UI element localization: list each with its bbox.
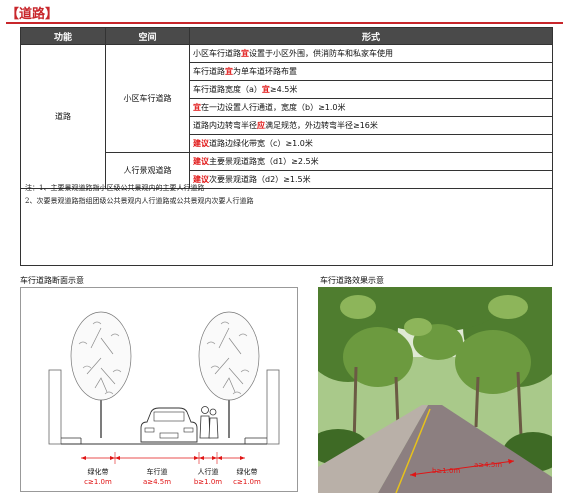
car-icon xyxy=(140,407,198,443)
road-effect-photo: b≥1.0m a≥4.5m xyxy=(318,287,552,493)
form-cell: 建议道路边绿化带宽（c）≥1.0米 xyxy=(189,134,553,153)
zone-dim: a≥4.5m xyxy=(143,478,171,486)
zone-dim: c≥1.0m xyxy=(84,478,112,486)
keyword: 宜 xyxy=(225,67,233,76)
form-cell: 车行道路宽度（a）宜≥4.5米 xyxy=(189,80,553,99)
zone-label: 车行道 xyxy=(147,467,168,476)
function-cell: 道路 xyxy=(20,44,106,189)
section-title: 【道路】 xyxy=(6,3,563,24)
road-section-diagram: 绿化带 c≥1.0m 车行道 a≥4.5m 人行道 b≥1.0m 绿化带 c≥1… xyxy=(20,287,298,492)
form-cell: 道路内边转弯半径应满足规范，外边转弯半径≥16米 xyxy=(189,116,553,135)
keyword: 宜 xyxy=(241,49,249,58)
note-line-2: 2、次要景观道路指组团级公共景观内人行道路或公共景观内次要人行道路 xyxy=(25,197,254,205)
road-photo-svg: b≥1.0m a≥4.5m xyxy=(318,287,552,493)
form-cell: 小区车行道路宜设置于小区外围，供消防车和私家车使用 xyxy=(189,44,553,63)
table-row: 道路 小区车行道路 小区车行道路宜设置于小区外围，供消防车和私家车使用 xyxy=(20,44,553,189)
header-form: 形式 xyxy=(189,27,553,45)
zone-label: 绿化带 xyxy=(237,467,258,476)
photo-label-sidewalk: b≥1.0m xyxy=(432,467,460,475)
section-title-text: 【道路】 xyxy=(6,7,59,22)
keyword: 建议 xyxy=(193,139,209,148)
left-wall xyxy=(48,369,62,445)
keyword: 宜 xyxy=(193,103,201,112)
form-cell: 建议主要景观道路宽（d1）≥2.5米 xyxy=(189,152,553,171)
photo-label-road: a≥4.5m xyxy=(474,461,502,469)
table-header-row: 功能 空间 形式 xyxy=(20,27,553,45)
keyword: 应 xyxy=(257,121,265,130)
notes-box: 注：1、主要景观道路指小区级公共景观内的主要人行道路 2、次要景观道路指组团级公… xyxy=(20,178,553,266)
form-cell: 车行道路宜为单车道环路布置 xyxy=(189,62,553,81)
photo-caption: 车行道路效果示意 xyxy=(320,276,384,285)
spec-table: 功能 空间 形式 道路 小区车行道路 小区车行道路宜设置于小区外围，供消防车和私… xyxy=(20,27,553,189)
keyword: 宜 xyxy=(261,85,270,94)
form-cell: 宜在一边设置人行通道，宽度（b）≥1.0米 xyxy=(189,98,553,117)
zone-label: 绿化带 xyxy=(88,467,109,476)
header-function: 功能 xyxy=(20,27,106,45)
road-section-svg: 绿化带 c≥1.0m 车行道 a≥4.5m 人行道 b≥1.0m 绿化带 c≥1… xyxy=(48,311,280,486)
right-wall xyxy=(266,369,280,445)
note-line-1: 注：1、主要景观道路指小区级公共景观内的主要人行道路 xyxy=(25,184,205,192)
header-space: 空间 xyxy=(105,27,190,45)
zone-dim: c≥1.0m xyxy=(233,478,261,486)
keyword: 建议 xyxy=(193,157,209,166)
zone-dim: b≥1.0m xyxy=(194,478,222,486)
left-tree-icon xyxy=(70,311,132,438)
section-diagram-caption: 车行道路断面示意 xyxy=(20,276,84,285)
zone-label: 人行道 xyxy=(198,467,219,476)
pedestrians-icon xyxy=(199,406,219,439)
space-cell-vehicle: 小区车行道路 xyxy=(105,44,190,153)
